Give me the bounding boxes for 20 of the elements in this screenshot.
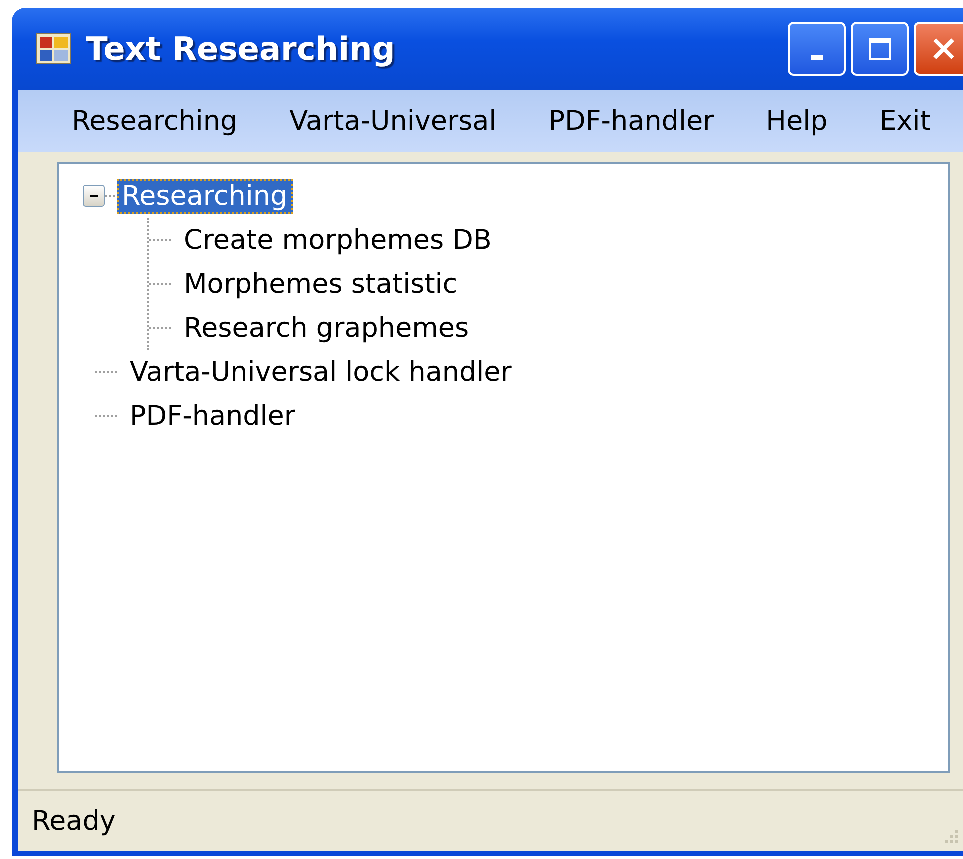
- menu-item[interactable]: Exit: [854, 102, 957, 140]
- maximize-icon: [867, 36, 893, 62]
- tree-item[interactable]: Morphemes statistic: [179, 266, 463, 302]
- status-text: Ready: [32, 806, 117, 836]
- menu-item[interactable]: Varta-Universal: [264, 102, 523, 140]
- minimize-icon: [811, 54, 823, 60]
- tree-item[interactable]: PDF-handler: [125, 398, 300, 434]
- collapse-toggle[interactable]: [83, 185, 105, 207]
- window-title: Text Researching: [86, 30, 396, 68]
- tree-item[interactable]: Create morphemes DB: [179, 222, 497, 258]
- tree-item[interactable]: Varta-Universal lock handler: [125, 354, 517, 390]
- menu-item[interactable]: Help: [740, 102, 854, 140]
- tree-item[interactable]: Researching: [117, 178, 293, 214]
- close-button[interactable]: [914, 22, 963, 76]
- minimize-button[interactable]: [788, 22, 846, 76]
- tree-item[interactable]: Research graphemes: [179, 310, 474, 346]
- menu-item[interactable]: PDF-handler: [522, 102, 740, 140]
- maximize-button[interactable]: [851, 22, 909, 76]
- menu-item[interactable]: Researching: [46, 102, 264, 140]
- app-icon: [36, 33, 72, 65]
